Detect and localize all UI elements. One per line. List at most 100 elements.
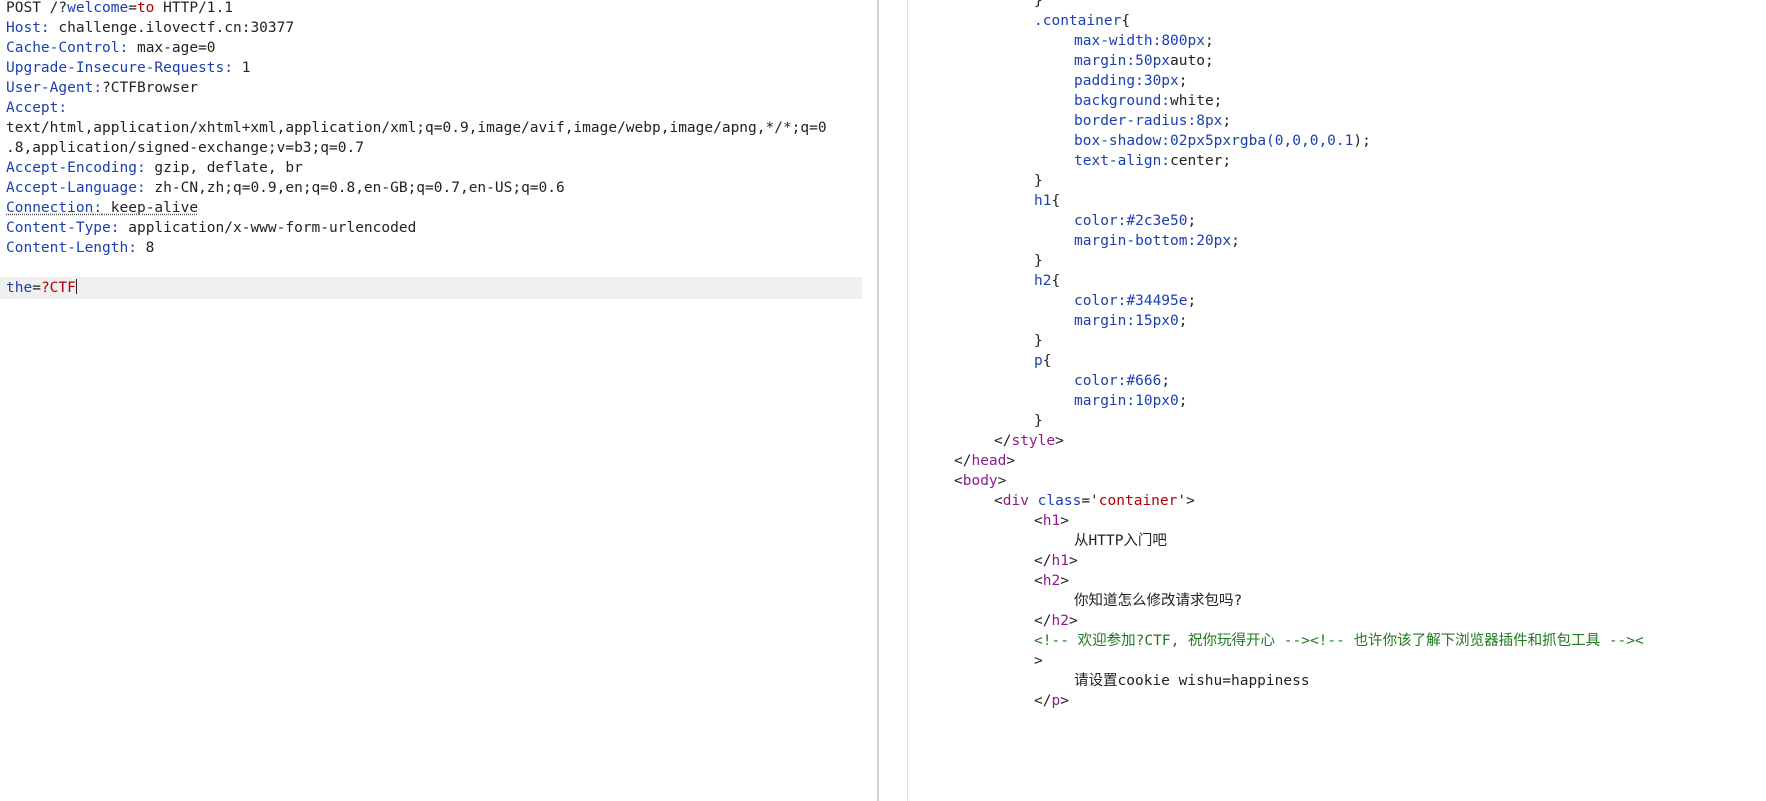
response-code-line[interactable]: <body> <box>954 470 1006 492</box>
query-param-value: to <box>136 0 155 16</box>
header-accept-language[interactable]: Accept-Language: zh-CN,zh;q=0.9,en;q=0.8… <box>6 177 565 199</box>
response-code-line[interactable]: } <box>1034 410 1043 432</box>
request-editor-pane[interactable]: POST /?welcome=to HTTP/1.1 Host: challen… <box>0 0 877 801</box>
code-token: < <box>994 493 1003 509</box>
code-token: auto; <box>1170 53 1214 69</box>
code-token: div <box>1002 493 1029 509</box>
response-code-line[interactable]: h2{ <box>1034 270 1060 292</box>
header-cache-control[interactable]: Cache-Control: max-age=0 <box>6 37 216 59</box>
response-code-line[interactable]: } <box>1034 170 1043 192</box>
code-token: #2c3e50 <box>1126 213 1188 229</box>
response-code-line[interactable]: <div class='container'> <box>994 490 1195 512</box>
header-value: challenge.ilovectf.cn:30377 <box>49 20 295 36</box>
header-content-type[interactable]: Content-Type: application/x-www-form-url… <box>6 217 416 239</box>
header-accept[interactable]: Accept: <box>6 97 67 119</box>
response-code-line[interactable]: padding:30px; <box>1074 70 1188 92</box>
code-token: } <box>1034 0 1043 9</box>
response-code-line[interactable]: background:white; <box>1074 90 1222 112</box>
response-code-line[interactable]: 请设置cookie wishu=happiness <box>1074 670 1310 692</box>
header-colon: : <box>93 80 103 96</box>
code-token: > <box>1006 453 1016 469</box>
code-token: </ <box>1034 553 1052 569</box>
response-code-line[interactable]: margin:50pxauto; <box>1074 50 1214 72</box>
response-code-line[interactable]: </style> <box>994 430 1064 452</box>
code-token: class <box>1037 493 1082 509</box>
response-code-line[interactable]: </p> <box>1034 690 1069 712</box>
header-user-agent[interactable]: User-Agent:?CTFBrowser <box>6 77 198 99</box>
header-value: max-age=0 <box>128 40 216 56</box>
response-code-line[interactable]: </h1> <box>1034 550 1078 572</box>
code-token: ; <box>1231 233 1240 249</box>
code-token: background: <box>1074 93 1171 109</box>
response-code-line[interactable]: margin:15px0; <box>1074 310 1188 332</box>
response-code-line[interactable]: </h2> <box>1034 610 1078 632</box>
header-accept-continued-1[interactable]: text/html,application/xhtml+xml,applicat… <box>6 117 827 139</box>
response-code-line[interactable]: <!-- 欢迎参加?CTF, 祝你玩得开心 --><!-- 也许你该了解下浏览器… <box>1034 630 1644 652</box>
text-cursor <box>75 279 77 294</box>
response-code-line[interactable]: h1{ <box>1034 190 1060 212</box>
code-token: text-align: <box>1074 153 1171 169</box>
body-param-value: ?CTF <box>40 280 76 296</box>
response-code-line[interactable]: p{ <box>1034 350 1051 372</box>
response-code-line[interactable]: margin:10px0; <box>1074 390 1188 412</box>
header-key: Accept-Language <box>6 180 137 196</box>
current-line-highlight <box>0 277 862 299</box>
header-accept-encoding[interactable]: Accept-Encoding: gzip, deflate, br <box>6 157 303 179</box>
code-token: color: <box>1074 213 1127 229</box>
response-code-line[interactable]: box-shadow:02px5pxrgba(0,0,0,0.1); <box>1074 130 1371 152</box>
code-token: margin: <box>1074 53 1136 69</box>
header-colon: : <box>136 160 146 176</box>
header-colon: : <box>110 220 120 236</box>
code-token: 你知道怎么修改请求包吗? <box>1074 593 1243 609</box>
header-connection[interactable]: Connection: keep-alive <box>6 197 198 219</box>
response-code-line[interactable]: <h2> <box>1034 570 1069 592</box>
query-param-key: welcome <box>67 0 129 16</box>
header-key: Connection <box>6 200 94 216</box>
code-token: ; <box>1178 73 1188 89</box>
code-token: ; <box>1222 113 1232 129</box>
http-version: HTTP/1.1 <box>154 0 233 16</box>
response-code-line[interactable]: color:#666; <box>1074 370 1170 392</box>
code-token: box-shadow: <box>1074 133 1171 149</box>
code-token: body <box>962 473 998 489</box>
response-code-line[interactable]: color:#2c3e50; <box>1074 210 1196 232</box>
code-token: 0,0,0,0.1 <box>1274 133 1354 149</box>
response-code-line[interactable]: } <box>1034 250 1043 272</box>
request-method: POST /? <box>6 0 68 16</box>
code-token: < <box>1034 513 1043 529</box>
request-body-line[interactable]: the=?CTF <box>6 277 77 299</box>
response-code-line[interactable]: border-radius:8px; <box>1074 110 1231 132</box>
response-code-line[interactable]: text-align:center; <box>1074 150 1231 172</box>
response-code-line[interactable]: .container{ <box>1034 10 1130 32</box>
header-accept-continued-2[interactable]: .8,application/signed-exchange;v=b3;q=0.… <box>6 137 364 159</box>
response-code-line[interactable]: > <box>1034 650 1043 672</box>
header-value: 1 <box>232 60 251 76</box>
code-token: .container <box>1034 13 1122 29</box>
response-code-line[interactable]: 从HTTP入门吧 <box>1074 530 1167 552</box>
code-token: > <box>1060 693 1069 709</box>
response-code-line[interactable]: <h1> <box>1034 510 1069 532</box>
pane-gutter <box>879 0 907 801</box>
code-token: color: <box>1074 373 1127 389</box>
response-code-line[interactable]: margin-bottom:20px; <box>1074 230 1240 252</box>
code-token: max-width: <box>1074 33 1162 49</box>
header-upgrade-insecure-requests[interactable]: Upgrade-Insecure-Requests: 1 <box>6 57 250 79</box>
code-token: > <box>1068 613 1078 629</box>
response-code-line[interactable]: </head> <box>954 450 1015 472</box>
code-token: 02px5pxrgba( <box>1170 133 1275 149</box>
code-token: #666 <box>1126 373 1162 389</box>
response-code-line[interactable]: 你知道怎么修改请求包吗? <box>1074 590 1242 612</box>
header-host[interactable]: Host: challenge.ilovectf.cn:30377 <box>6 17 294 39</box>
code-token: 20px <box>1196 233 1232 249</box>
header-content-length[interactable]: Content-Length: 8 <box>6 237 154 259</box>
header-value: application/x-www-form-urlencoded <box>119 220 417 236</box>
code-token: padding: <box>1074 73 1144 89</box>
code-token: } <box>1034 413 1043 429</box>
response-code-line[interactable]: } <box>1034 330 1043 352</box>
header-value: zh-CN,zh;q=0.9,en;q=0.8,en-GB;q=0.7,en-U… <box>145 180 565 196</box>
response-code-line[interactable]: max-width:800px; <box>1074 30 1214 52</box>
response-viewer-pane[interactable]: } .container{max-width:800px; margin:50pxa… <box>908 0 1766 801</box>
response-code-line[interactable]: color:#34495e; <box>1074 290 1196 312</box>
code-token: > <box>1068 553 1078 569</box>
